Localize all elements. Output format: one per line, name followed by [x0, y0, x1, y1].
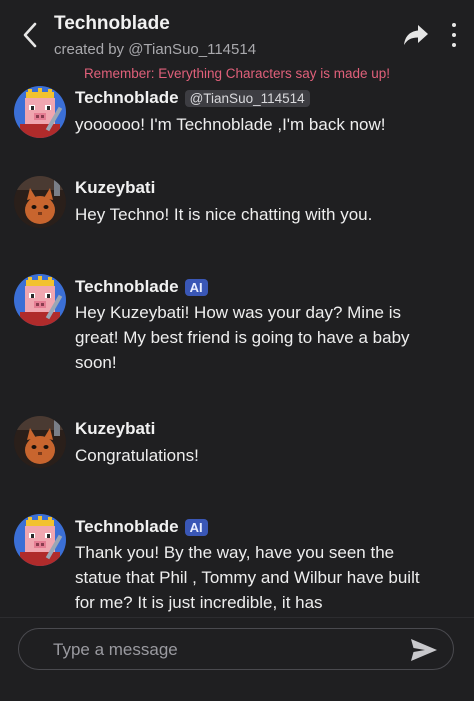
avatar[interactable] [14, 514, 66, 566]
share-arrow-icon [404, 25, 428, 45]
sender-name[interactable]: Kuzeybati [75, 178, 155, 198]
message-text: Congratulations! [75, 446, 199, 465]
character-name[interactable]: Technoblade [54, 13, 170, 35]
more-vertical-icon [452, 23, 456, 27]
sender-name[interactable]: Technoblade [75, 277, 179, 297]
chevron-left-icon [23, 22, 37, 48]
avatar[interactable] [14, 176, 66, 228]
sender-name[interactable]: Technoblade [75, 517, 179, 537]
message-text: Hey Kuzeybati! How was your day? Mine is… [75, 303, 410, 372]
message-input[interactable] [51, 637, 375, 663]
avatar[interactable] [14, 86, 66, 138]
creator-tag[interactable]: @TianSuo_114514 [184, 89, 310, 107]
share-button[interactable] [402, 22, 430, 48]
disclaimer-text: Remember: Everything Characters say is m… [83, 66, 391, 81]
ai-badge: AI [184, 518, 208, 536]
kuzeybati-avatar-icon [14, 176, 66, 228]
message-text: Thank you! By the way, have you seen the… [75, 543, 420, 612]
technoblade-avatar-icon [14, 86, 66, 138]
message-composer [0, 617, 474, 701]
message-text: yoooooo! I'm Technoblade ,I'm back now! [75, 115, 386, 134]
message-input-box[interactable] [18, 628, 454, 670]
back-button[interactable] [16, 20, 44, 50]
avatar[interactable] [14, 416, 66, 468]
creator-handle[interactable]: created by @TianSuo_114514 [54, 41, 256, 58]
avatar[interactable] [14, 274, 66, 326]
ai-badge: AI [184, 278, 208, 296]
more-options-button[interactable] [444, 20, 464, 50]
send-icon [411, 639, 437, 661]
sender-name[interactable]: Technoblade [75, 88, 179, 108]
kuzeybati-avatar-icon [14, 416, 66, 468]
chat-header: Technoblade created by @TianSuo_114514 R… [0, 0, 474, 88]
technoblade-avatar-icon [14, 514, 66, 566]
sender-name[interactable]: Kuzeybati [75, 419, 155, 439]
send-button[interactable] [409, 637, 439, 663]
message-text: Hey Techno! It is nice chatting with you… [75, 205, 373, 224]
technoblade-avatar-icon [14, 274, 66, 326]
